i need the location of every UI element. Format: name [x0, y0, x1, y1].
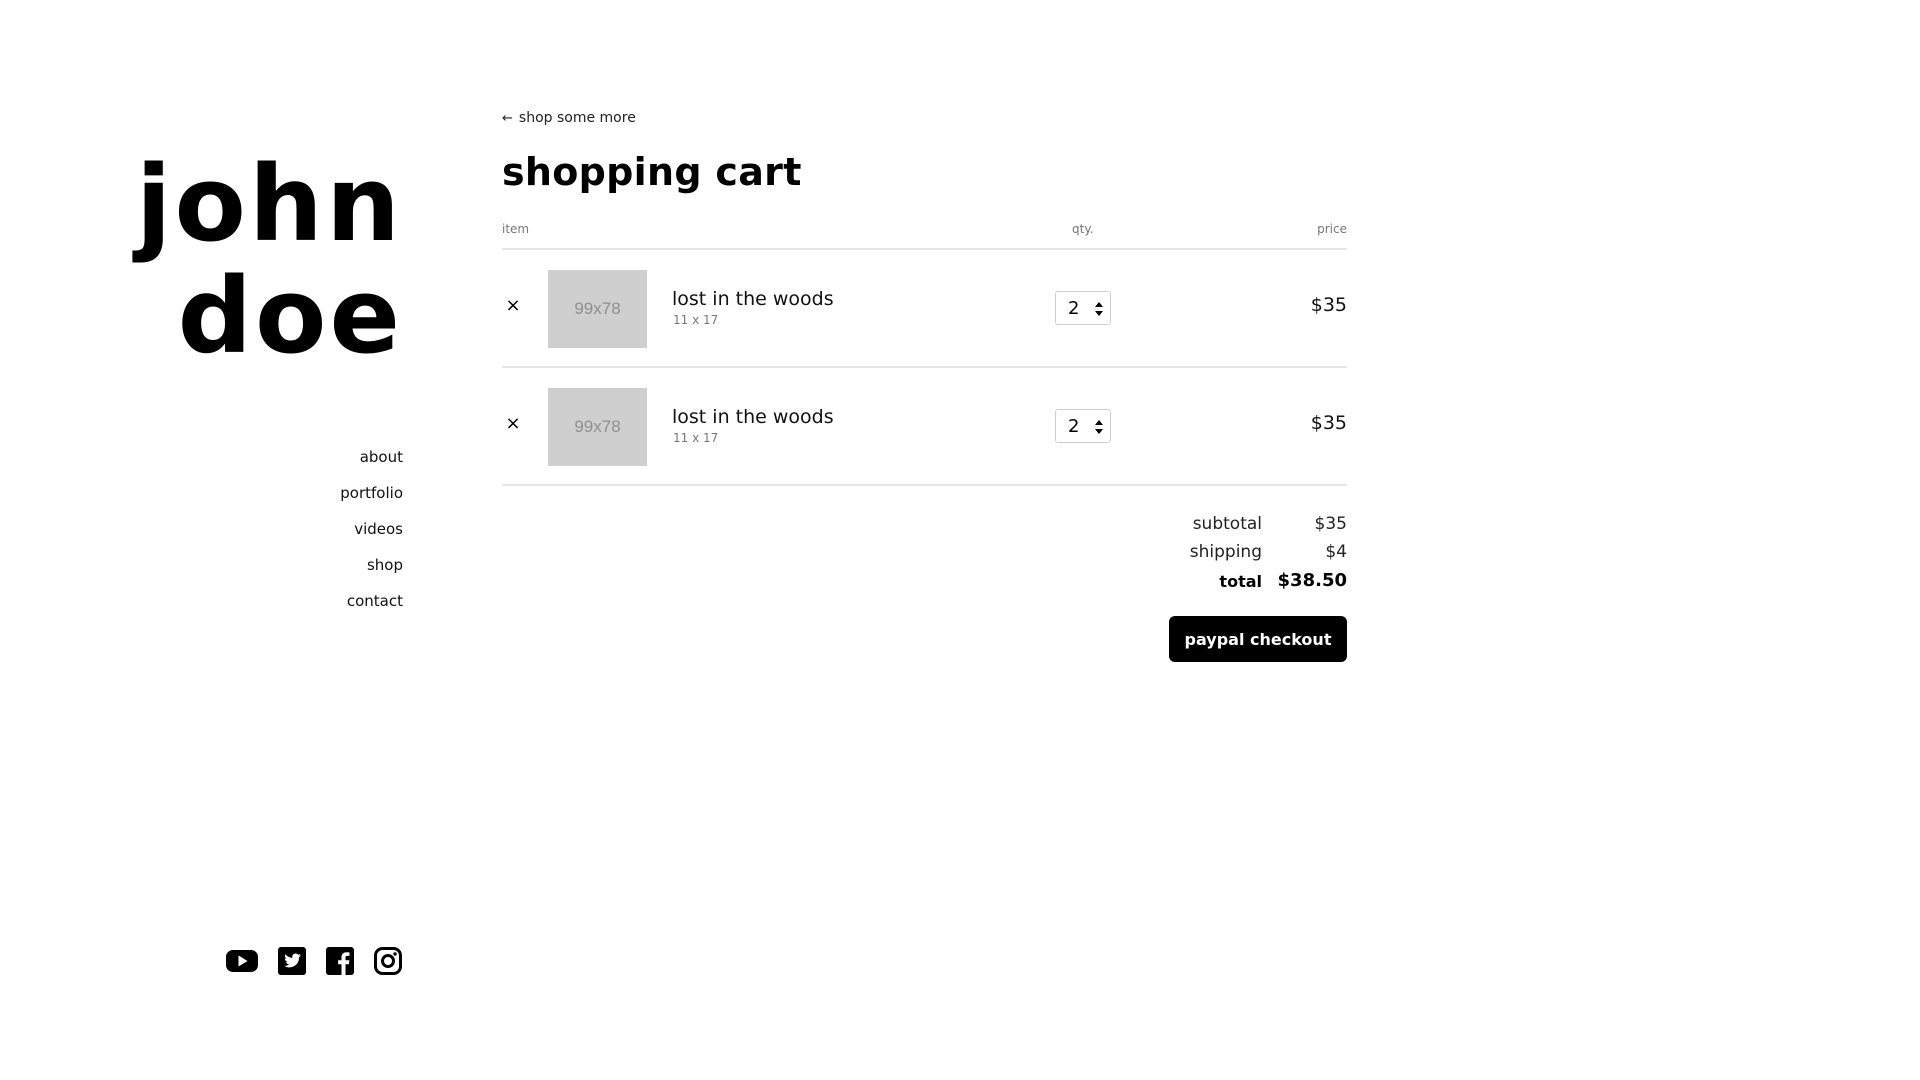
nav-contact[interactable]: contact: [347, 592, 403, 610]
product-size: 11 x 17: [673, 313, 719, 327]
instagram-icon[interactable]: [373, 946, 403, 976]
cart-totals: subtotal $35 shipping $4 total $38.50: [1047, 514, 1347, 598]
sidebar: john doe about portfolio videos shop con…: [0, 0, 403, 1080]
shipping-value: $4: [1325, 542, 1347, 562]
quantity-value: 2: [1068, 415, 1080, 437]
header-price: price: [1317, 222, 1347, 236]
quantity-stepper[interactable]: 2: [1055, 409, 1111, 443]
cart-row: × 99x78 lost in the woods 11 x 17 2 $35: [502, 250, 1347, 368]
spinner-arrows-icon[interactable]: [1095, 301, 1103, 317]
shipping-label: shipping: [1189, 542, 1262, 562]
quantity-stepper[interactable]: 2: [1055, 291, 1111, 325]
shipping-row: shipping $4: [1047, 542, 1347, 570]
shop-some-more-link[interactable]: ← shop some more: [502, 110, 636, 126]
social-links: [225, 946, 403, 976]
product-name[interactable]: lost in the woods: [672, 406, 834, 428]
nav-portfolio[interactable]: portfolio: [340, 484, 403, 502]
spinner-arrows-icon[interactable]: [1095, 419, 1103, 435]
facebook-icon[interactable]: [325, 946, 355, 976]
header-qty: qty.: [1072, 222, 1094, 236]
remove-item-button[interactable]: ×: [504, 296, 522, 316]
total-label: total: [1219, 572, 1262, 591]
paypal-checkout-button[interactable]: paypal checkout: [1169, 616, 1347, 662]
remove-item-button[interactable]: ×: [504, 414, 522, 434]
nav-shop[interactable]: shop: [367, 556, 403, 574]
quantity-value: 2: [1068, 297, 1080, 319]
arrow-left-icon: ←: [502, 110, 513, 126]
site-logo[interactable]: john doe: [0, 148, 403, 372]
subtotal-value: $35: [1314, 514, 1347, 534]
youtube-icon[interactable]: [225, 946, 259, 976]
thumbnail-placeholder-text: 99x78: [574, 417, 621, 436]
back-link-label: shop some more: [518, 110, 636, 126]
cart-table-header: item qty. price: [502, 220, 1347, 250]
logo-line-2: doe: [177, 255, 403, 377]
header-item: item: [502, 222, 530, 236]
page: john doe about portfolio videos shop con…: [0, 0, 1920, 1080]
product-thumbnail[interactable]: 99x78: [548, 270, 647, 348]
cart-row: × 99x78 lost in the woods 11 x 17 2 $35: [502, 368, 1347, 486]
total-value: $38.50: [1277, 570, 1347, 591]
twitter-icon[interactable]: [277, 946, 307, 976]
nav-about[interactable]: about: [360, 448, 403, 466]
subtotal-label: subtotal: [1192, 514, 1262, 534]
product-price: $35: [1310, 294, 1347, 316]
nav-videos[interactable]: videos: [354, 520, 403, 538]
product-thumbnail[interactable]: 99x78: [548, 388, 647, 466]
product-name[interactable]: lost in the woods: [672, 288, 834, 310]
product-size: 11 x 17: [673, 431, 719, 445]
subtotal-row: subtotal $35: [1047, 514, 1347, 542]
logo-line-1: john: [135, 143, 403, 265]
page-title: shopping cart: [502, 150, 802, 194]
main-nav: about portfolio videos shop contact: [340, 444, 403, 624]
total-row: total $38.50: [1047, 570, 1347, 598]
cart-items: × 99x78 lost in the woods 11 x 17 2 $35 …: [502, 250, 1347, 486]
product-price: $35: [1310, 412, 1347, 434]
thumbnail-placeholder-text: 99x78: [574, 299, 621, 318]
